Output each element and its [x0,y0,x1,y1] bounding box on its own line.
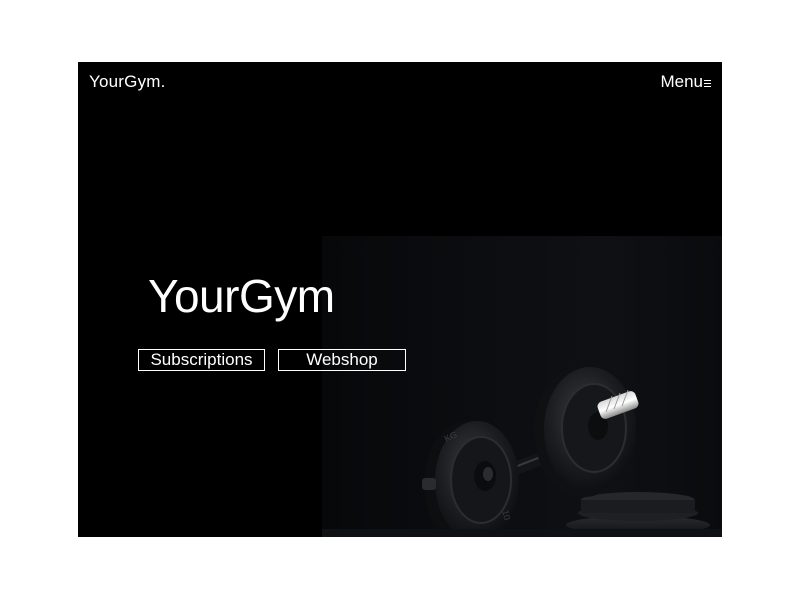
menu-label: Menu [660,72,703,91]
hero-section: KG 10 YourGym. Menu YourGym Subscription… [78,62,722,537]
menu-button[interactable]: Menu [660,72,711,92]
webshop-button[interactable]: Webshop [278,349,406,371]
hamburger-icon [704,79,711,87]
site-logo[interactable]: YourGym. [89,72,166,92]
subscriptions-button[interactable]: Subscriptions [138,349,265,371]
dumbbell-photo: KG 10 [322,236,722,537]
hero-title: YourGym [148,270,335,322]
floor-strip [322,529,722,537]
